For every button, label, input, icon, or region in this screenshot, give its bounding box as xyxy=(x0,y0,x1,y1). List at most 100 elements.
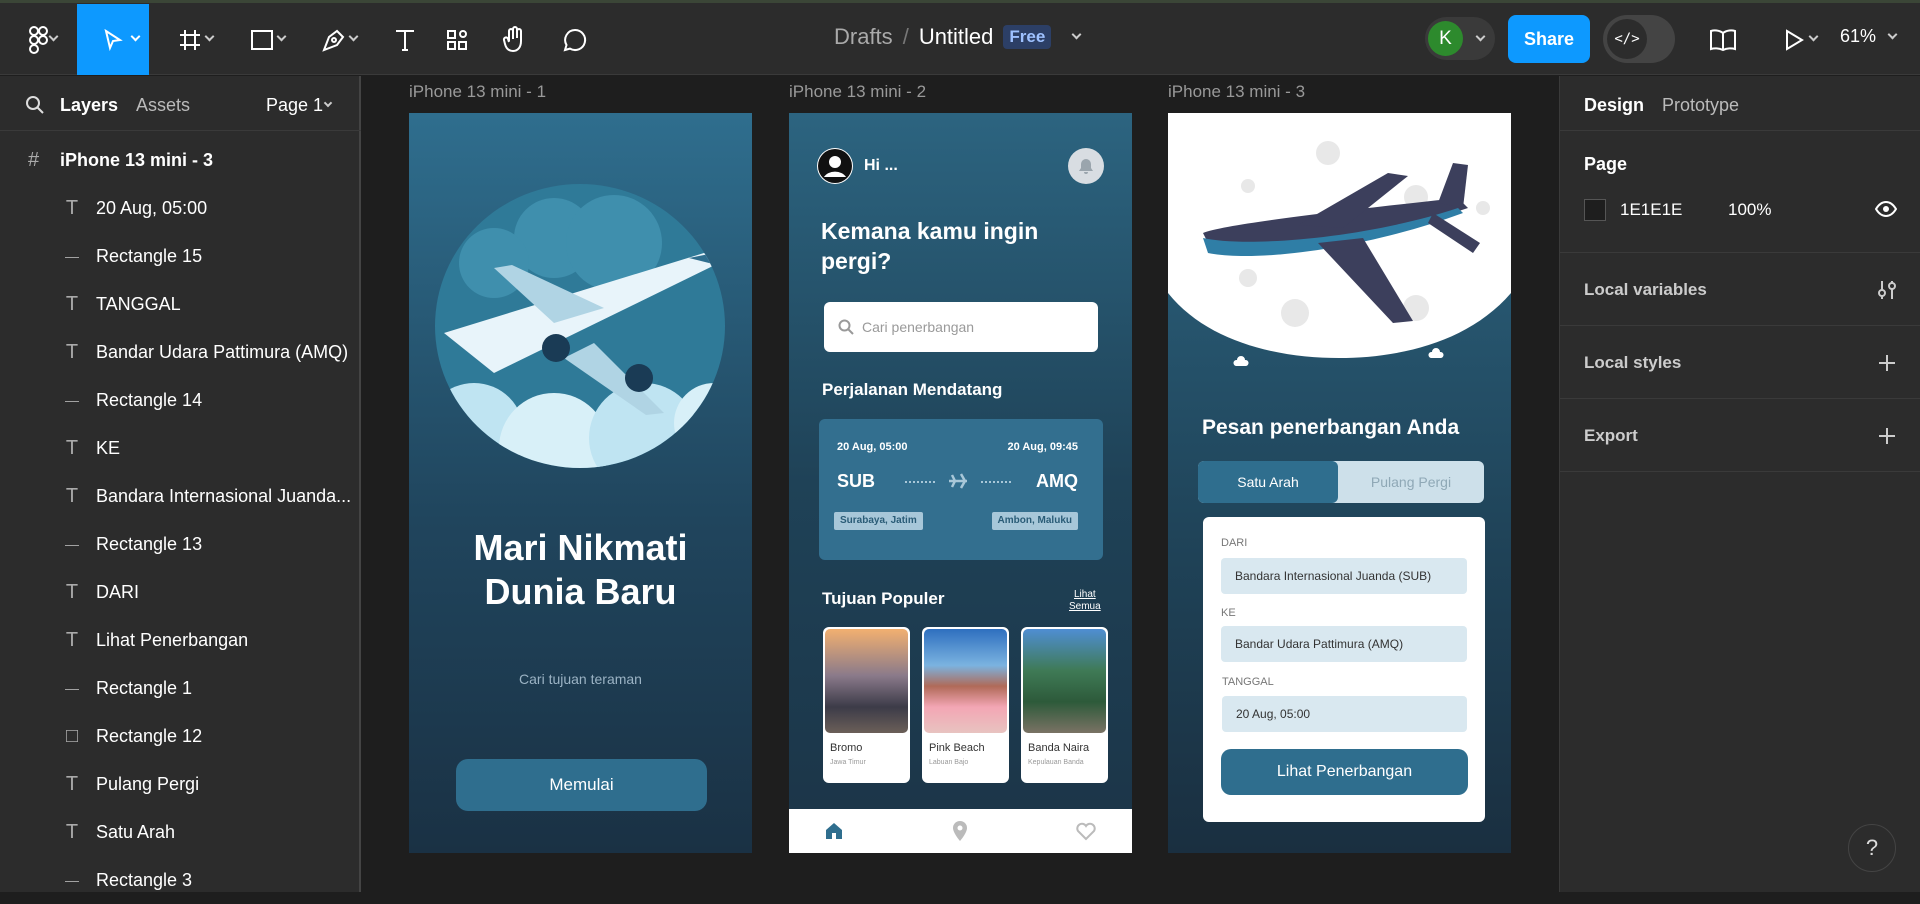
search-input[interactable]: Cari penerbangan xyxy=(824,302,1098,352)
present-button[interactable] xyxy=(1768,4,1820,75)
chevron-down-icon[interactable] xyxy=(1071,29,1082,39)
share-button[interactable]: Share xyxy=(1508,15,1590,63)
rect-layer-icon: □ xyxy=(65,724,79,747)
zoom-value: 61% xyxy=(1840,26,1877,46)
frame-tool-button[interactable] xyxy=(162,4,217,75)
to-field[interactable]: Bandar Udara Pattimura (AMQ) xyxy=(1221,626,1467,662)
frame-iphone-1[interactable]: Mari Nikmati Dunia Baru Cari tujuan tera… xyxy=(409,113,752,853)
date-field[interactable]: 20 Aug, 05:00 xyxy=(1222,696,1467,732)
chevron-down-icon xyxy=(348,31,359,42)
frame-icon xyxy=(179,29,200,50)
destination-card[interactable]: Banda Naira Kepulauan Banda xyxy=(1021,627,1108,783)
from-field[interactable]: Bandara Internasional Juanda (SUB) xyxy=(1221,558,1467,594)
file-name[interactable]: Untitled xyxy=(919,24,994,50)
layer-row[interactable]: T Pulang Pergi xyxy=(0,760,361,808)
destination-card[interactable]: Pink Beach Labuan Bajo xyxy=(922,627,1009,783)
chevron-down-icon xyxy=(1475,31,1486,42)
variables-icon[interactable] xyxy=(1877,279,1897,301)
layer-row[interactable]: — Rectangle 14 xyxy=(0,376,361,424)
location-icon[interactable] xyxy=(950,820,970,842)
book-icon xyxy=(1710,28,1736,51)
search-placeholder: Cari penerbangan xyxy=(862,319,975,335)
tab-assets[interactable]: Assets xyxy=(136,95,190,116)
notification-button[interactable] xyxy=(1068,148,1104,184)
layer-row[interactable]: — Rectangle 13 xyxy=(0,520,361,568)
comment-icon xyxy=(563,28,587,51)
layer-row[interactable]: T KE xyxy=(0,424,361,472)
properties-tabs: Design Prototype xyxy=(1560,76,1920,131)
see-all-link[interactable]: Lihat Semua xyxy=(1069,589,1101,613)
layer-row[interactable]: — Rectangle 15 xyxy=(0,232,361,280)
tab-round-trip[interactable]: Pulang Pergi xyxy=(1338,461,1484,503)
tab-layers[interactable]: Layers xyxy=(60,95,118,116)
search-icon[interactable] xyxy=(25,95,45,115)
frame-title-2[interactable]: iPhone 13 mini - 2 xyxy=(789,82,926,102)
layer-row[interactable]: T 20 Aug, 05:00 xyxy=(0,184,361,232)
tab-prototype[interactable]: Prototype xyxy=(1662,95,1739,116)
title-line-1: Kemana kamu ingin xyxy=(821,218,1039,244)
layer-row-root-frame[interactable]: # iPhone 13 mini - 3 xyxy=(0,136,361,184)
frame-iphone-3[interactable]: Pesan penerbangan Anda Satu Arah Pulang … xyxy=(1168,113,1511,853)
tab-one-way[interactable]: Satu Arah xyxy=(1198,461,1338,503)
frame-iphone-2[interactable]: Hi ... Kemana kamu ingin pergi? Cari pen… xyxy=(789,113,1132,853)
layers-panel: Layers Assets Page 1 # iPhone 13 mini - … xyxy=(0,76,361,892)
page-selector[interactable]: Page 1 xyxy=(266,95,323,116)
library-button[interactable] xyxy=(1700,4,1746,75)
dev-mode-toggle[interactable]: </> xyxy=(1603,15,1675,63)
destination-region: Labuan Bajo xyxy=(929,759,969,766)
layer-row[interactable]: T DARI xyxy=(0,568,361,616)
frame-title-1[interactable]: iPhone 13 mini - 1 xyxy=(409,82,546,102)
export-section[interactable]: Export xyxy=(1560,399,1920,472)
search-icon xyxy=(838,319,854,335)
see-all-line-1: Lihat xyxy=(1074,589,1096,600)
heart-icon[interactable] xyxy=(1075,821,1097,841)
layer-row[interactable]: T Satu Arah xyxy=(0,808,361,856)
local-variables-section[interactable]: Local variables xyxy=(1560,253,1920,326)
help-button[interactable]: ? xyxy=(1848,824,1896,872)
tab-design[interactable]: Design xyxy=(1584,95,1644,116)
start-button[interactable]: Memulai xyxy=(456,759,707,811)
multiplayer-avatars[interactable]: K xyxy=(1425,17,1495,60)
frame-title-3[interactable]: iPhone 13 mini - 3 xyxy=(1168,82,1305,102)
layer-row[interactable]: T TANGGAL xyxy=(0,280,361,328)
view-flights-button[interactable]: Lihat Penerbangan xyxy=(1221,749,1468,795)
layer-row[interactable]: □ Rectangle 12 xyxy=(0,712,361,760)
properties-panel: Design Prototype Page 1E1E1E 100% Local … xyxy=(1559,76,1920,892)
plus-icon[interactable] xyxy=(1878,427,1896,445)
resources-button[interactable] xyxy=(432,4,482,75)
shape-tool-button[interactable] xyxy=(234,4,289,75)
destination-card[interactable]: Bromo Jawa Timur xyxy=(823,627,910,783)
profile-avatar[interactable] xyxy=(817,148,853,184)
cloud-icon xyxy=(1233,356,1249,366)
local-styles-section[interactable]: Local styles xyxy=(1560,326,1920,399)
layer-row[interactable]: — Rectangle 3 xyxy=(0,856,361,904)
eye-icon[interactable] xyxy=(1875,201,1897,217)
layer-row[interactable]: T Bandara Internasional Juanda... xyxy=(0,472,361,520)
chevron-down-icon xyxy=(276,31,287,42)
text-layer-icon: T xyxy=(65,628,79,651)
text-layer-icon: T xyxy=(65,820,79,843)
code-icon: </> xyxy=(1607,19,1647,59)
text-tool-button[interactable] xyxy=(380,4,430,75)
pen-tool-button[interactable] xyxy=(306,4,361,75)
move-tool-button[interactable] xyxy=(77,4,149,75)
comment-tool-button[interactable] xyxy=(550,4,600,75)
main-menu-button[interactable] xyxy=(14,4,64,75)
plus-icon[interactable] xyxy=(1878,354,1896,372)
text-layer-icon: T xyxy=(65,580,79,603)
layer-row[interactable]: T Lihat Penerbangan xyxy=(0,616,361,664)
trip-card[interactable]: 20 Aug, 05:00 20 Aug, 09:45 SUB AMQ Sura… xyxy=(819,419,1103,560)
bell-icon xyxy=(1079,159,1093,174)
breadcrumb-parent[interactable]: Drafts xyxy=(834,24,893,50)
chevron-down-icon xyxy=(1808,31,1819,42)
hand-tool-button[interactable] xyxy=(490,4,540,75)
chevron-down-icon xyxy=(1887,29,1898,40)
zoom-level[interactable]: 61% xyxy=(1840,26,1898,47)
color-swatch[interactable] xyxy=(1584,199,1606,221)
bg-color-value[interactable]: 1E1E1E xyxy=(1620,200,1682,220)
bg-opacity-value[interactable]: 100% xyxy=(1728,200,1771,220)
chevron-down-icon xyxy=(130,31,141,42)
layer-row[interactable]: — Rectangle 1 xyxy=(0,664,361,712)
home-icon[interactable] xyxy=(824,821,844,841)
layer-row[interactable]: T Bandar Udara Pattimura (AMQ) xyxy=(0,328,361,376)
